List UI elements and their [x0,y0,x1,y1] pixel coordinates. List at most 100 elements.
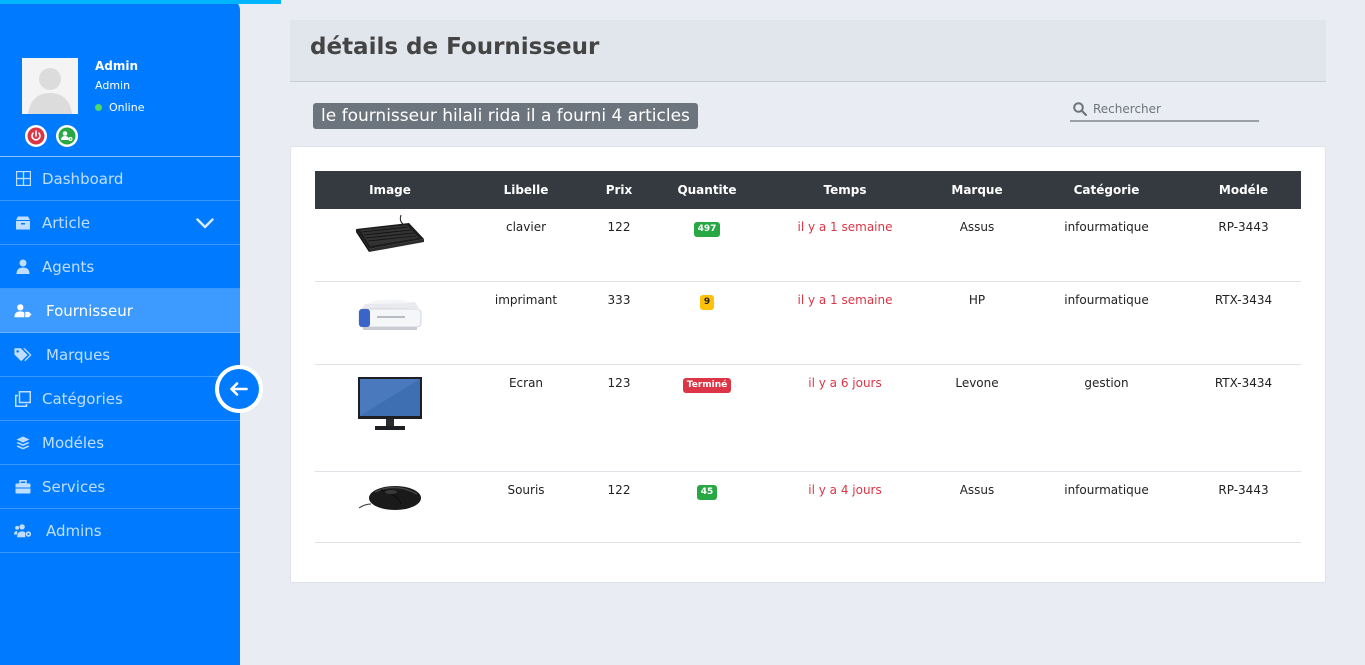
product-image-cell [315,471,465,543]
column-header-modele: Modéle [1218,183,1269,197]
column-header-categorie: Catégorie [1073,183,1140,197]
printer-image [358,299,422,330]
categorie-cell: infourmatique [1027,471,1186,543]
logout-button[interactable] [25,125,47,147]
dashboard-icon [14,171,32,187]
user-cog-icon [58,127,76,145]
temps-cell: il y a 4 jours [763,471,927,543]
arrow-left-icon [230,382,248,396]
sidebar-item-label: Article [42,213,91,232]
modele-cell: RTX-3434 [1186,364,1301,472]
table-row: Ecran 123 Terminé il y a 6 jours Levone … [315,364,1301,472]
quantite-cell: 45 [651,471,763,543]
user-status-label: Online [109,101,145,114]
user-status: Online [95,101,144,114]
table-row: Souris 122 45 il y a 4 jours Assus infou… [315,471,1301,543]
sidebar-item-admins[interactable]: Admins [0,509,240,553]
sidebar-item-services[interactable]: Services [0,465,240,509]
box-icon [14,215,32,231]
categorie-cell: infourmatique [1027,209,1186,282]
table-header-row: Image Libelle Prix Quantite Temps Marque… [315,171,1301,209]
temps-cell: il y a 1 semaine [763,281,927,365]
table-row: clavier 122 497 il y a 1 semaine Assus i… [315,209,1301,282]
libelle-cell: clavier [465,209,587,282]
monitor-image [358,376,422,430]
clone-icon [14,390,32,407]
articles-card: Image Libelle Prix Quantite Temps Marque… [290,146,1326,583]
power-icon [27,127,45,145]
column-header-quantite: Quantite [677,183,737,197]
marque-cell: Levone [927,364,1027,472]
user-name: Admin [95,59,139,73]
quantite-cell: 497 [651,209,763,282]
sidebar-item-modeles[interactable]: Modéles [0,421,240,465]
users-cog-icon [14,523,32,539]
modele-cell: RTX-3434 [1186,281,1301,365]
top-progress-bar [0,0,281,4]
sidebar-item-agents[interactable]: Agents [0,245,240,289]
sidebar-item-article[interactable]: Article [0,201,240,245]
quantity-badge: 497 [693,222,721,237]
prix-cell: 333 [587,281,651,365]
sidebar-item-label: Catégories [42,389,123,408]
user-tag-icon [14,303,32,319]
sidebar-item-label: Agents [42,257,95,276]
product-image-cell [315,281,465,365]
sidebar-item-label: Dashboard [42,169,124,188]
prix-cell: 123 [587,364,651,472]
product-image-cell [315,209,465,282]
column-header-marque: Marque [951,183,1003,197]
modele-cell: RP-3443 [1186,471,1301,543]
sidebar-item-categories[interactable]: Catégories [0,377,240,421]
modele-cell: RP-3443 [1186,209,1301,282]
chevron-down-icon[interactable] [196,215,214,233]
sidebar-item-marques[interactable]: Marques [0,333,240,377]
prix-cell: 122 [587,471,651,543]
table-row: imprimant 333 9 il y a 1 semaine HP info… [315,281,1301,365]
layers-icon [14,435,32,451]
marque-cell: Assus [927,209,1027,282]
prix-cell: 122 [587,209,651,282]
user-role: Admin [95,79,131,92]
avatar [22,58,78,114]
page-title: détails de Fournisseur [310,34,600,60]
search-input[interactable] [1093,102,1253,116]
quantity-badge: Terminé [682,377,732,393]
user-icon [14,259,32,275]
column-header-image: Image [369,183,411,197]
user-profile: Admin Admin Online [0,0,240,157]
column-header-temps: Temps [823,183,867,197]
marque-cell: HP [927,281,1027,365]
marque-cell: Assus [927,471,1027,543]
articles-table: Image Libelle Prix Quantite Temps Marque… [315,171,1301,543]
profile-settings-button[interactable] [56,125,78,147]
briefcase-icon [14,479,32,495]
temps-cell: il y a 1 semaine [763,209,927,282]
page-header: détails de Fournisseur [290,20,1326,82]
sidebar-item-label: Marques [46,345,111,364]
libelle-cell: Ecran [465,364,587,472]
libelle-cell: Souris [465,471,587,543]
quantite-cell: Terminé [651,364,763,472]
sidebar-toggle-button[interactable] [215,365,263,413]
sidebar-item-label: Admins [46,521,102,540]
sidebar-item-label: Services [42,477,106,496]
mouse-image [358,485,421,510]
sidebar: Admin Admin Online Dashboard Article Age… [0,0,240,665]
column-header-libelle: Libelle [503,183,549,197]
online-dot-icon [95,104,102,111]
sidebar-item-dashboard[interactable]: Dashboard [0,157,240,201]
categorie-cell: gestion [1027,364,1186,472]
sidebar-item-fournisseur[interactable]: Fournisseur [0,289,240,333]
temps-cell: il y a 6 jours [763,364,927,472]
quantite-cell: 9 [651,281,763,365]
product-image-cell [315,364,465,472]
quantity-badge: 9 [699,294,715,310]
sidebar-item-label: Fournisseur [46,301,133,320]
quantity-badge: 45 [696,484,718,500]
search-box [1070,98,1259,122]
supplier-summary-badge: le fournisseur hilali rida il a fourni 4… [313,103,698,129]
categorie-cell: infourmatique [1027,281,1186,365]
tags-icon [14,347,32,363]
column-header-prix: Prix [605,183,633,197]
